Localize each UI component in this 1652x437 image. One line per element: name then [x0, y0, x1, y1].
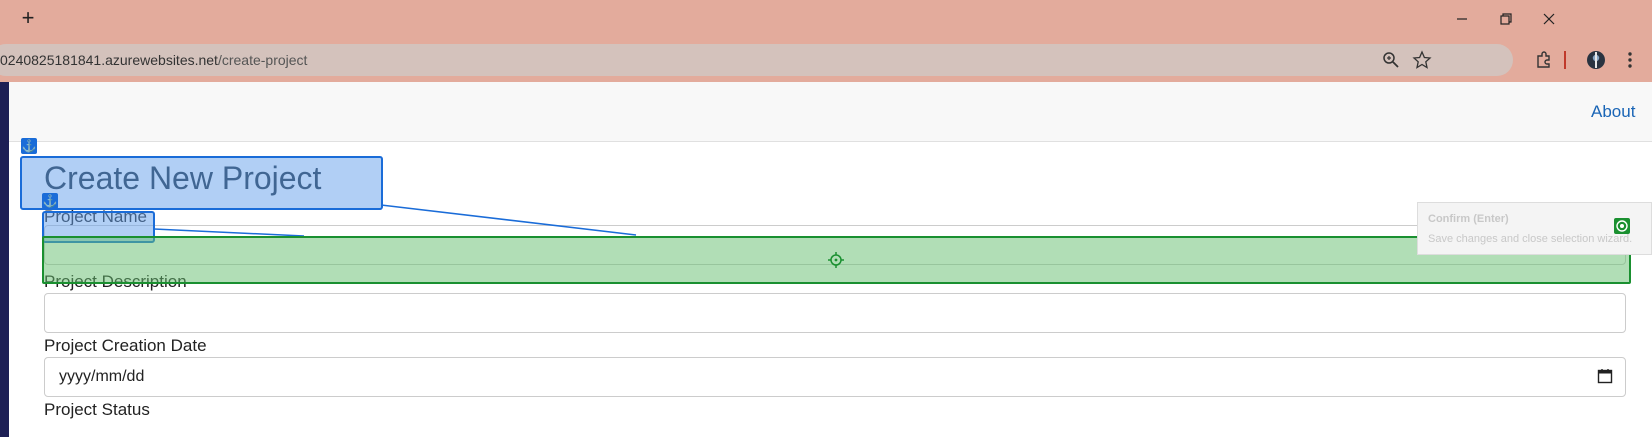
- confirm-title: Confirm (Enter): [1428, 213, 1509, 225]
- confirm-target-icon[interactable]: [1614, 218, 1630, 234]
- target-field-highlight[interactable]: [42, 236, 1631, 284]
- crosshair-icon: [828, 252, 844, 268]
- anchor-icon[interactable]: ⚓: [21, 138, 37, 154]
- confirm-description: Save changes and close selection wizard.: [1428, 233, 1633, 245]
- anchor-icon[interactable]: ⚓: [42, 193, 58, 209]
- title-highlight-box[interactable]: [20, 156, 383, 210]
- connector-lines: [153, 204, 637, 237]
